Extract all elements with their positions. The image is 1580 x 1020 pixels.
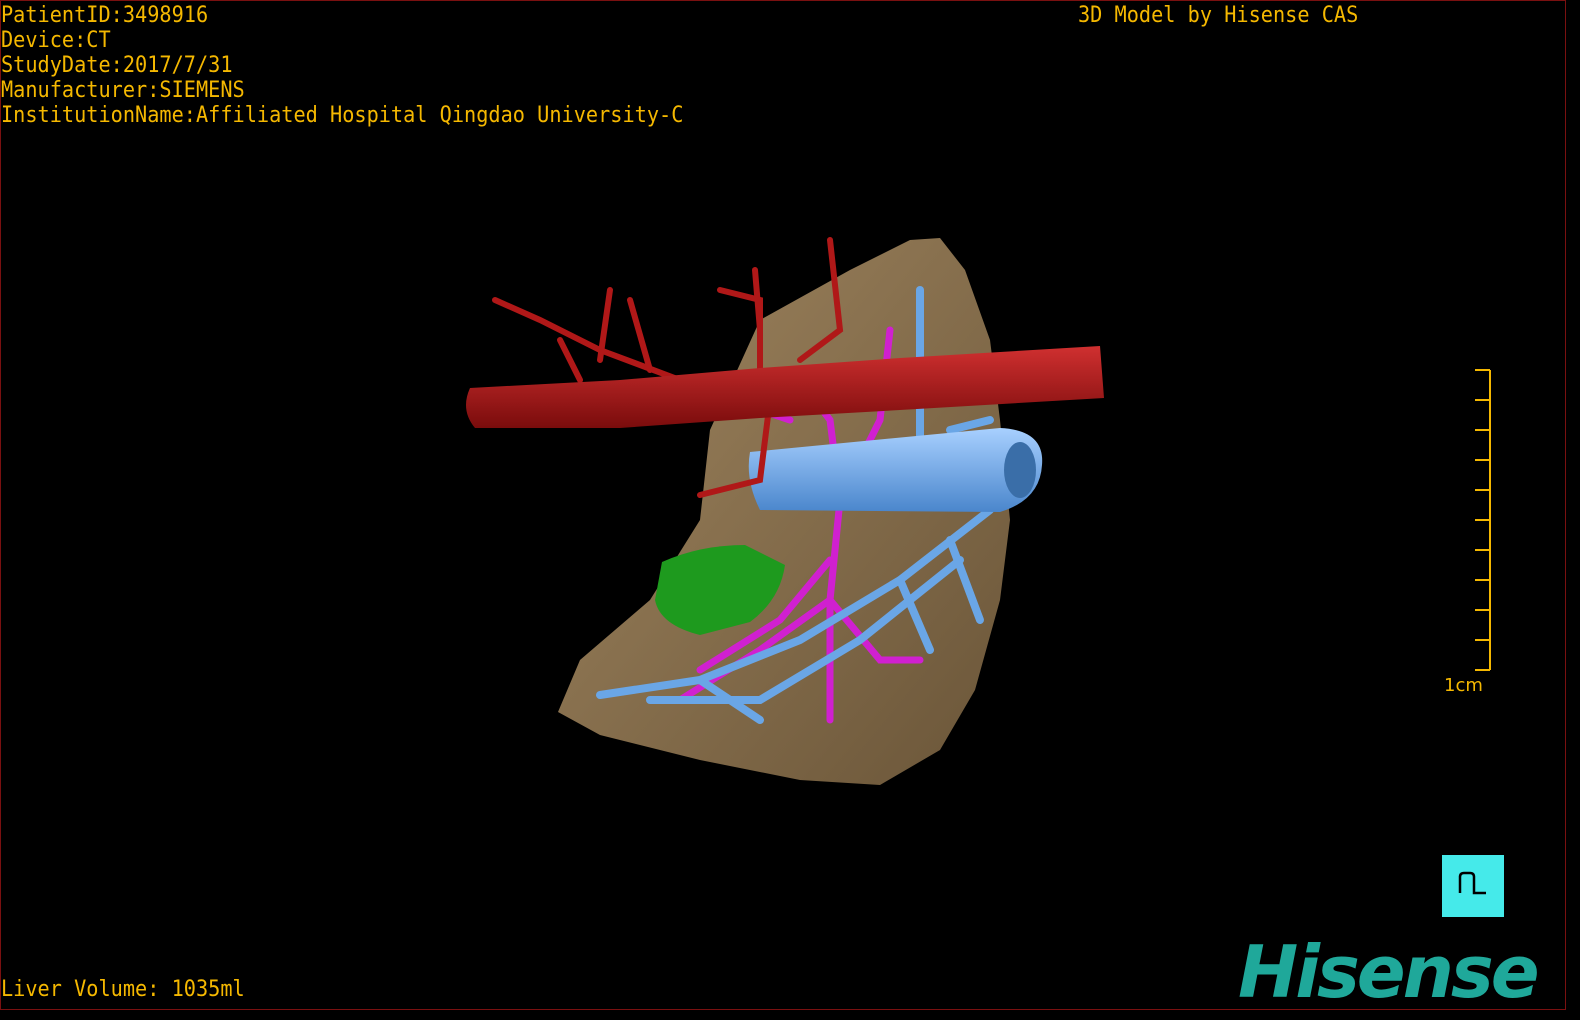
dicom-info-overlay: PatientID:3498916 Device:CT StudyDate:2017…: [1, 3, 683, 128]
scale-bar-label: 1cm: [1444, 675, 1483, 696]
scale-bar: [1475, 369, 1491, 671]
patient-id: PatientID:3498916: [1, 3, 209, 28]
liver-volume: Liver Volume: 1035ml: [1, 977, 245, 1002]
3d-viewer[interactable]: PatientID:3498916 Device:CT StudyDate:2017…: [0, 0, 1580, 1020]
orientation-cube[interactable]: [1442, 855, 1504, 917]
hisense-logo: Hisense: [1238, 930, 1540, 1014]
institution-name: InstitutionName:Affiliated Hospital Qing…: [1, 103, 684, 128]
study-date: StudyDate:2017/7/31: [1, 53, 233, 78]
model-credit: 3D Model by Hisense CAS: [1078, 3, 1359, 28]
viewport-border: [0, 0, 1566, 1010]
manufacturer: Manufacturer:SIEMENS: [1, 78, 245, 103]
orientation-posterior-icon: [1458, 871, 1486, 895]
device: Device:CT: [1, 28, 111, 53]
